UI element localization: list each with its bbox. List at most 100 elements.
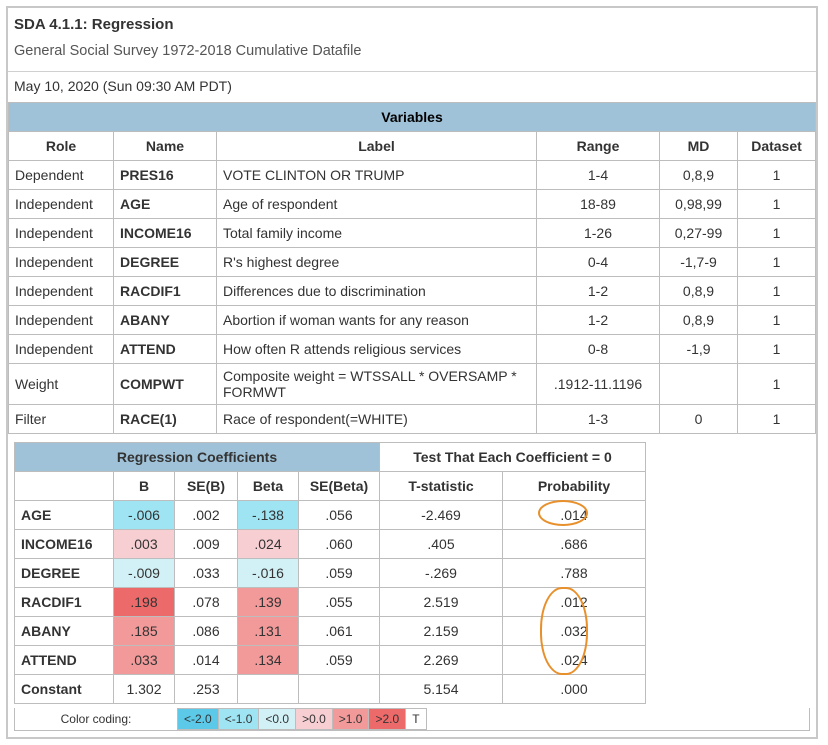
cell-role: Independent <box>9 190 114 219</box>
cell-t: 5.154 <box>380 675 503 704</box>
table-row: IndependentINCOME16Total family income1-… <box>9 219 816 248</box>
variables-col-headers: Role Name Label Range MD Dataset <box>9 132 816 161</box>
cell-p: .024 <box>503 646 646 675</box>
cell-var: ABANY <box>15 617 114 646</box>
cell-name: DEGREE <box>114 248 217 277</box>
cell-seb: .078 <box>175 588 238 617</box>
cell-t: 2.159 <box>380 617 503 646</box>
cell-b: -.009 <box>114 559 175 588</box>
cell-b: -.006 <box>114 501 175 530</box>
col-beta: Beta <box>238 472 299 501</box>
table-row: AGE-.006.002-.138.056-2.469.014 <box>15 501 646 530</box>
legend-item: >1.0 <box>332 709 369 730</box>
cell-dataset: 1 <box>738 364 816 405</box>
header: SDA 4.1.1: Regression General Social Sur… <box>8 8 816 71</box>
cell-md: 0 <box>660 405 738 434</box>
cell-md: -1,9 <box>660 335 738 364</box>
color-legend: Color coding: <-2.0<-1.0<0.0>0.0>1.0>2.0… <box>14 708 810 731</box>
cell-md: 0,27-99 <box>660 219 738 248</box>
cell-range: .1912-11.1196 <box>537 364 660 405</box>
cell-beta: .131 <box>238 617 299 646</box>
cell-beta: -.138 <box>238 501 299 530</box>
col-blank <box>15 472 114 501</box>
cell-dataset: 1 <box>738 219 816 248</box>
cell-var: ATTEND <box>15 646 114 675</box>
table-row: Constant1.302.2535.154.000 <box>15 675 646 704</box>
cell-name: INCOME16 <box>114 219 217 248</box>
cell-p: .014 <box>503 501 646 530</box>
cell-name: ATTEND <box>114 335 217 364</box>
cell-p: .686 <box>503 530 646 559</box>
cell-md <box>660 364 738 405</box>
cell-dataset: 1 <box>738 405 816 434</box>
cell-beta <box>238 675 299 704</box>
cell-dataset: 1 <box>738 248 816 277</box>
cell-label: VOTE CLINTON OR TRUMP <box>217 161 537 190</box>
cell-md: 0,8,9 <box>660 277 738 306</box>
cell-range: 1-3 <box>537 405 660 434</box>
cell-seb: .086 <box>175 617 238 646</box>
cell-t: 2.269 <box>380 646 503 675</box>
cell-name: COMPWT <box>114 364 217 405</box>
cell-sebeta: .059 <box>299 646 380 675</box>
cell-var: RACDIF1 <box>15 588 114 617</box>
cell-dataset: 1 <box>738 190 816 219</box>
cell-b: .033 <box>114 646 175 675</box>
legend-item: T <box>406 709 426 730</box>
table-row: IndependentABANYAbortion if woman wants … <box>9 306 816 335</box>
table-row: DependentPRES16VOTE CLINTON OR TRUMP1-40… <box>9 161 816 190</box>
col-t: T-statistic <box>380 472 503 501</box>
cell-range: 18-89 <box>537 190 660 219</box>
table-row: WeightCOMPWTComposite weight = WTSSALL *… <box>9 364 816 405</box>
cell-range: 0-4 <box>537 248 660 277</box>
cell-p: .012 <box>503 588 646 617</box>
cell-sebeta: .056 <box>299 501 380 530</box>
col-dataset: Dataset <box>738 132 816 161</box>
cell-role: Independent <box>9 219 114 248</box>
table-row: RACDIF1.198.078.139.0552.519.012 <box>15 588 646 617</box>
cell-var: Constant <box>15 675 114 704</box>
col-name: Name <box>114 132 217 161</box>
cell-var: AGE <box>15 501 114 530</box>
cell-p: .032 <box>503 617 646 646</box>
col-seb: SE(B) <box>175 472 238 501</box>
cell-beta: .134 <box>238 646 299 675</box>
cell-beta: .139 <box>238 588 299 617</box>
variables-header: Variables <box>9 103 816 132</box>
cell-label: R's highest degree <box>217 248 537 277</box>
cell-name: AGE <box>114 190 217 219</box>
table-row: ABANY.185.086.131.0612.159.032 <box>15 617 646 646</box>
cell-label: Age of respondent <box>217 190 537 219</box>
table-row: IndependentAGEAge of respondent18-890,98… <box>9 190 816 219</box>
cell-dataset: 1 <box>738 335 816 364</box>
cell-md: 0,8,9 <box>660 306 738 335</box>
cell-name: RACDIF1 <box>114 277 217 306</box>
cell-sebeta <box>299 675 380 704</box>
table-row: IndependentDEGREER's highest degree0-4-1… <box>9 248 816 277</box>
cell-role: Weight <box>9 364 114 405</box>
cell-range: 1-4 <box>537 161 660 190</box>
cell-sebeta: .059 <box>299 559 380 588</box>
cell-seb: .009 <box>175 530 238 559</box>
cell-seb: .014 <box>175 646 238 675</box>
cell-label: Total family income <box>217 219 537 248</box>
cell-var: DEGREE <box>15 559 114 588</box>
coefficients-section: Regression Coefficients Test That Each C… <box>8 434 816 708</box>
cell-dataset: 1 <box>738 277 816 306</box>
variables-table: Variables Role Name Label Range MD Datas… <box>8 102 816 434</box>
cell-t: .405 <box>380 530 503 559</box>
cell-range: 1-2 <box>537 277 660 306</box>
cell-md: -1,7-9 <box>660 248 738 277</box>
page-subtitle: General Social Survey 1972-2018 Cumulati… <box>14 43 810 59</box>
col-b: B <box>114 472 175 501</box>
legend-item: <-2.0 <box>178 709 219 730</box>
cell-beta: -.016 <box>238 559 299 588</box>
timestamp: May 10, 2020 (Sun 09:30 AM PDT) <box>8 72 816 100</box>
cell-range: 0-8 <box>537 335 660 364</box>
cell-sebeta: .061 <box>299 617 380 646</box>
cell-sebeta: .055 <box>299 588 380 617</box>
col-p: Probability <box>503 472 646 501</box>
cell-dataset: 1 <box>738 161 816 190</box>
page-title: SDA 4.1.1: Regression <box>14 16 810 33</box>
table-row: FilterRACE(1)Race of respondent(=WHITE)1… <box>9 405 816 434</box>
